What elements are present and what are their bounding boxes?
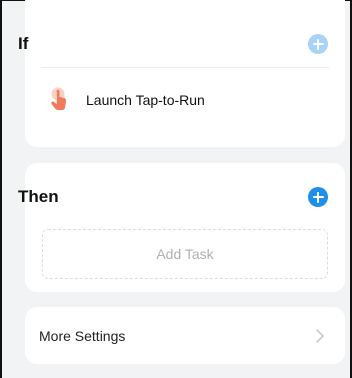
plus-icon <box>312 38 324 50</box>
tap-hand-icon <box>51 87 67 110</box>
chevron-right-icon <box>316 329 324 343</box>
add-task-label: Add Task <box>156 246 214 262</box>
add-condition-button[interactable] <box>308 34 328 54</box>
more-settings-label: More Settings <box>39 328 126 344</box>
then-section-title: Then <box>18 187 59 206</box>
add-task-button[interactable]: Add Task <box>42 229 328 279</box>
if-card <box>25 0 345 147</box>
if-divider <box>41 67 329 68</box>
condition-item[interactable]: Launch Tap-to-Run <box>41 87 329 115</box>
more-settings-row[interactable]: More Settings <box>25 307 345 364</box>
scene-editor-screen: ▾ If Launch Tap-to-Run Then Add Task Mor… <box>0 0 352 378</box>
plus-icon <box>312 191 324 203</box>
add-action-button[interactable] <box>308 187 328 207</box>
condition-label: Launch Tap-to-Run <box>86 92 205 108</box>
if-section-title: If <box>18 34 29 53</box>
